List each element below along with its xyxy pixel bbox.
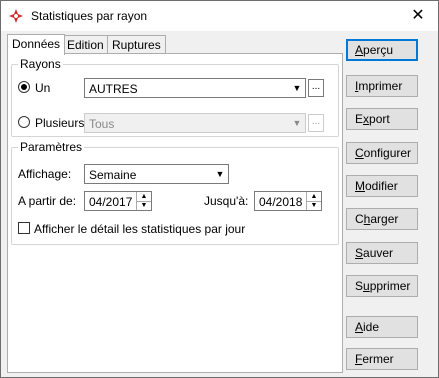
rayon-plusieurs-value: Tous [89,117,115,131]
rayon-un-combo[interactable]: AUTRES ▼ [84,78,306,98]
rayon-plusieurs-combo[interactable]: Tous ▼ [84,113,306,133]
sauver-accel: S [355,246,364,260]
configurer-text-post: onfigurer [363,146,412,160]
parametres-group-label: Paramètres [18,140,85,154]
charger-text-post: arger [370,212,399,226]
tab-panel-donnees: Rayons Un AUTRES ▼ ... Plusieurs Tous ▼ … [7,53,343,373]
spin-down-icon[interactable]: ▼ [307,201,321,210]
apercu-text-post: perçu [363,43,394,57]
sauver-button[interactable]: Sauver [346,242,418,264]
modifier-text-post: odifier [365,179,398,193]
aide-accel: A [355,320,364,334]
radio-plusieurs-label: Plusieurs [35,116,85,130]
supprimer-accel: u [363,279,370,293]
affichage-label: Affichage: [18,167,72,181]
fermer-button[interactable]: Fermer [346,348,418,370]
aide-button[interactable]: Aide [346,316,418,338]
jusqua-value: 04/2018 [259,195,303,209]
supprimer-text-pre: S [355,279,364,293]
app-icon [9,9,23,23]
configurer-accel: C [355,146,364,160]
tab-donnees[interactable]: Données [7,34,66,55]
rayon-plusieurs-browse-button[interactable]: ... [308,114,324,132]
rayon-un-browse-button[interactable]: ... [308,79,324,97]
export-text-post: port [369,112,390,126]
tab-edition[interactable]: Edition [62,35,109,54]
jusqua-spinner-buttons: ▲ ▼ [306,192,321,210]
modifier-accel: M [355,179,365,193]
parametres-group: Paramètres Affichage: Semaine ▼ A partir… [11,140,339,245]
imprimer-button[interactable]: Imprimer [346,75,418,97]
export-text-pre: E [355,112,364,126]
rayon-un-value: AUTRES [89,82,138,96]
apartir-label: A partir de: [18,194,77,208]
aide-text-post: ide [363,320,380,334]
radio-un[interactable] [18,81,30,93]
jusqua-label: Jusqu'à: [204,194,249,208]
detail-checkbox-label: Afficher le détail les statistiques par … [34,222,246,236]
fermer-text-post: ermer [362,352,394,366]
jusqua-spinner[interactable]: 04/2018 ▲ ▼ [254,191,322,211]
supprimer-text-post: pprimer [369,279,411,293]
configurer-button[interactable]: Configurer [346,142,418,164]
apercu-accel: A [355,43,364,57]
rayons-group-label: Rayons [18,57,63,71]
imprimer-text-post: mprimer [358,79,403,93]
affichage-combo[interactable]: Semaine ▼ [84,164,229,184]
affichage-value: Semaine [89,168,137,182]
apercu-button[interactable]: Aperçu [346,39,418,61]
spin-down-icon[interactable]: ▼ [137,201,151,210]
detail-checkbox[interactable] [18,222,30,234]
supprimer-button[interactable]: Supprimer [346,275,418,297]
tab-ruptures[interactable]: Ruptures [107,35,166,54]
dialog-window: Statistiques par rayon ✕ Données Edition… [0,0,439,378]
window-title: Statistiques par rayon [31,9,148,23]
rayons-group: Rayons Un AUTRES ▼ ... Plusieurs Tous ▼ … [11,57,339,137]
sauver-text-post: auver [363,246,394,260]
radio-un-label: Un [35,81,51,95]
apartir-spinner-buttons: ▲ ▼ [136,192,151,210]
modifier-button[interactable]: Modifier [346,175,418,197]
dropdown-arrow-icon[interactable]: ▼ [289,114,305,132]
export-button[interactable]: Export [346,108,418,130]
radio-plusieurs[interactable] [18,116,30,128]
dropdown-arrow-icon[interactable]: ▼ [289,79,305,97]
charger-text-pre: C [355,212,364,226]
title-bar[interactable]: Statistiques par rayon ✕ [1,1,438,31]
radio-un-dot [21,84,27,90]
apartir-value: 04/2017 [89,195,133,209]
dropdown-arrow-icon[interactable]: ▼ [212,165,228,183]
apartir-spinner[interactable]: 04/2017 ▲ ▼ [84,191,152,211]
close-button[interactable]: ✕ [398,1,438,31]
charger-button[interactable]: Charger [346,208,418,230]
